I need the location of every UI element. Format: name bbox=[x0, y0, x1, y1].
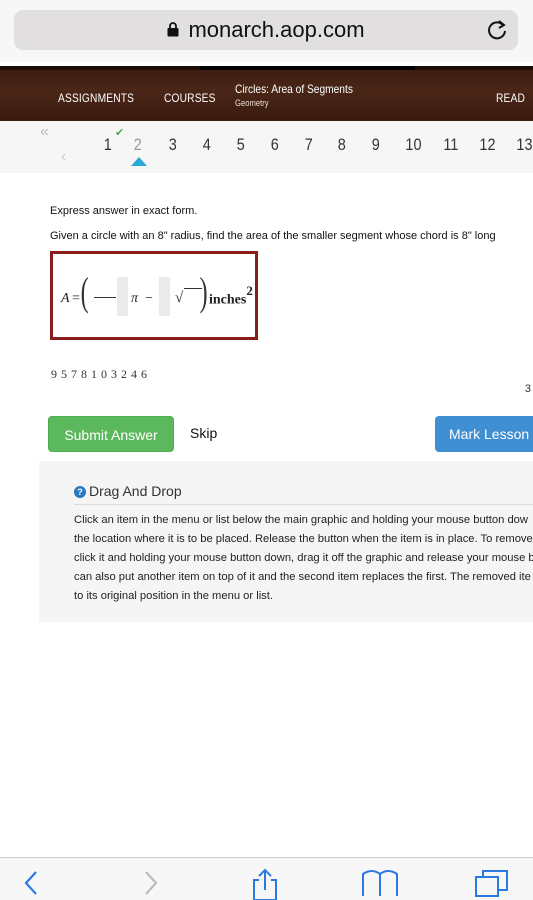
formula-minus: − bbox=[145, 291, 153, 306]
page-1[interactable]: 1 bbox=[104, 135, 112, 155]
bookmarks-icon[interactable] bbox=[360, 868, 400, 898]
drag-drop-help-panel: ? Drag And Drop Click an item in the menu… bbox=[39, 461, 533, 622]
nav-courses[interactable]: COURSES bbox=[164, 91, 216, 105]
browser-address-area: monarch.aop.com bbox=[0, 0, 533, 62]
nav-read[interactable]: READ bbox=[496, 91, 525, 105]
help-line: can also put another item on top of it a… bbox=[74, 571, 531, 583]
answer-instruction: Express answer in exact form. bbox=[50, 205, 198, 217]
help-line: to its original position in the menu or … bbox=[74, 590, 273, 602]
chevron-left-icon[interactable]: ‹ bbox=[61, 148, 66, 166]
course-subtitle: Geometry bbox=[235, 98, 269, 108]
token[interactable]: 4 bbox=[131, 367, 137, 382]
formula-units: inches2 bbox=[209, 283, 253, 309]
units-exponent: 2 bbox=[246, 283, 253, 298]
page-8[interactable]: 8 bbox=[338, 135, 346, 155]
formula-sqrt: √ bbox=[175, 290, 184, 306]
token[interactable]: 6 bbox=[141, 367, 147, 382]
url-text: monarch.aop.com bbox=[188, 17, 365, 42]
question-circle-icon: ? bbox=[74, 486, 86, 498]
current-page-indicator bbox=[131, 157, 147, 166]
help-line: Click an item in the menu or list below … bbox=[74, 514, 528, 526]
mark-lesson-button[interactable]: Mark Lesson bbox=[435, 416, 533, 452]
page-11[interactable]: 11 bbox=[443, 135, 458, 155]
formula-equals: = bbox=[72, 291, 80, 306]
url-bar[interactable]: monarch.aop.com bbox=[14, 10, 518, 50]
answer-drop-area[interactable]: A = ( π − √ ) inches2 bbox=[50, 251, 258, 340]
page-7[interactable]: 7 bbox=[305, 135, 313, 155]
forward-arrow-icon[interactable] bbox=[140, 868, 162, 898]
url-display[interactable]: monarch.aop.com bbox=[14, 10, 518, 50]
fraction-line bbox=[94, 297, 116, 298]
token[interactable]: 8 bbox=[81, 367, 87, 382]
page-13[interactable]: 13 bbox=[516, 135, 532, 155]
tabs-icon[interactable] bbox=[473, 868, 511, 898]
help-line: the location where it is to be placed. R… bbox=[74, 533, 533, 545]
page-12[interactable]: 12 bbox=[479, 135, 495, 155]
drop-slot-1[interactable] bbox=[117, 277, 128, 316]
question-pager: « ‹ 1 2 3 4 5 6 7 8 9 10 11 12 13 bbox=[0, 121, 533, 173]
token[interactable]: 3 bbox=[111, 367, 117, 382]
drop-slot-2[interactable] bbox=[159, 277, 170, 316]
help-text: Click an item in the menu or list below … bbox=[74, 511, 533, 606]
page-10[interactable]: 10 bbox=[405, 135, 421, 155]
double-chevron-left-icon[interactable]: « bbox=[40, 123, 49, 141]
token[interactable]: 5 bbox=[61, 367, 67, 382]
help-line: click it and holding your mouse button d… bbox=[74, 552, 533, 564]
token[interactable]: 1 bbox=[91, 367, 97, 382]
formula-pi: π bbox=[131, 291, 139, 306]
skip-button[interactable]: Skip bbox=[190, 425, 217, 441]
formula-lhs: A bbox=[61, 291, 70, 306]
page-9[interactable]: 9 bbox=[372, 135, 380, 155]
reload-icon[interactable] bbox=[486, 19, 508, 41]
share-icon[interactable] bbox=[250, 868, 280, 900]
page-5[interactable]: 5 bbox=[237, 135, 245, 155]
token[interactable]: 7 bbox=[71, 367, 77, 382]
page-3[interactable]: 3 bbox=[169, 135, 177, 155]
lock-icon bbox=[167, 21, 179, 37]
help-divider bbox=[74, 504, 533, 505]
course-title: Circles: Area of Segments bbox=[235, 82, 353, 96]
help-title-text: Drag And Drop bbox=[89, 483, 182, 499]
page-4[interactable]: 4 bbox=[203, 135, 211, 155]
formula: A = ( π − √ ) inches2 bbox=[59, 269, 253, 326]
question-text: Given a circle with an 8" radius, find t… bbox=[50, 230, 496, 242]
page-2[interactable]: 2 bbox=[134, 135, 142, 155]
draggable-tokens: 9578103246 bbox=[51, 367, 151, 382]
header-accent-line bbox=[0, 66, 533, 70]
page-6[interactable]: 6 bbox=[271, 135, 279, 155]
nav-assignments[interactable]: ASSIGNMENTS bbox=[58, 91, 134, 105]
token[interactable]: 9 bbox=[51, 367, 57, 382]
back-arrow-icon[interactable] bbox=[20, 868, 42, 898]
token[interactable]: 2 bbox=[121, 367, 127, 382]
checkmark-icon: ✔ bbox=[115, 127, 125, 139]
help-title: ? Drag And Drop bbox=[74, 483, 182, 499]
app-header: ASSIGNMENTS COURSES Circles: Area of Seg… bbox=[0, 66, 533, 121]
right-paren: ) bbox=[199, 269, 208, 314]
browser-toolbar bbox=[0, 857, 533, 900]
left-paren: ( bbox=[80, 269, 89, 314]
token[interactable]: 0 bbox=[101, 367, 107, 382]
page-count: 3 bbox=[524, 383, 531, 395]
units-label: inches bbox=[209, 292, 247, 308]
submit-answer-button[interactable]: Submit Answer bbox=[48, 416, 174, 452]
